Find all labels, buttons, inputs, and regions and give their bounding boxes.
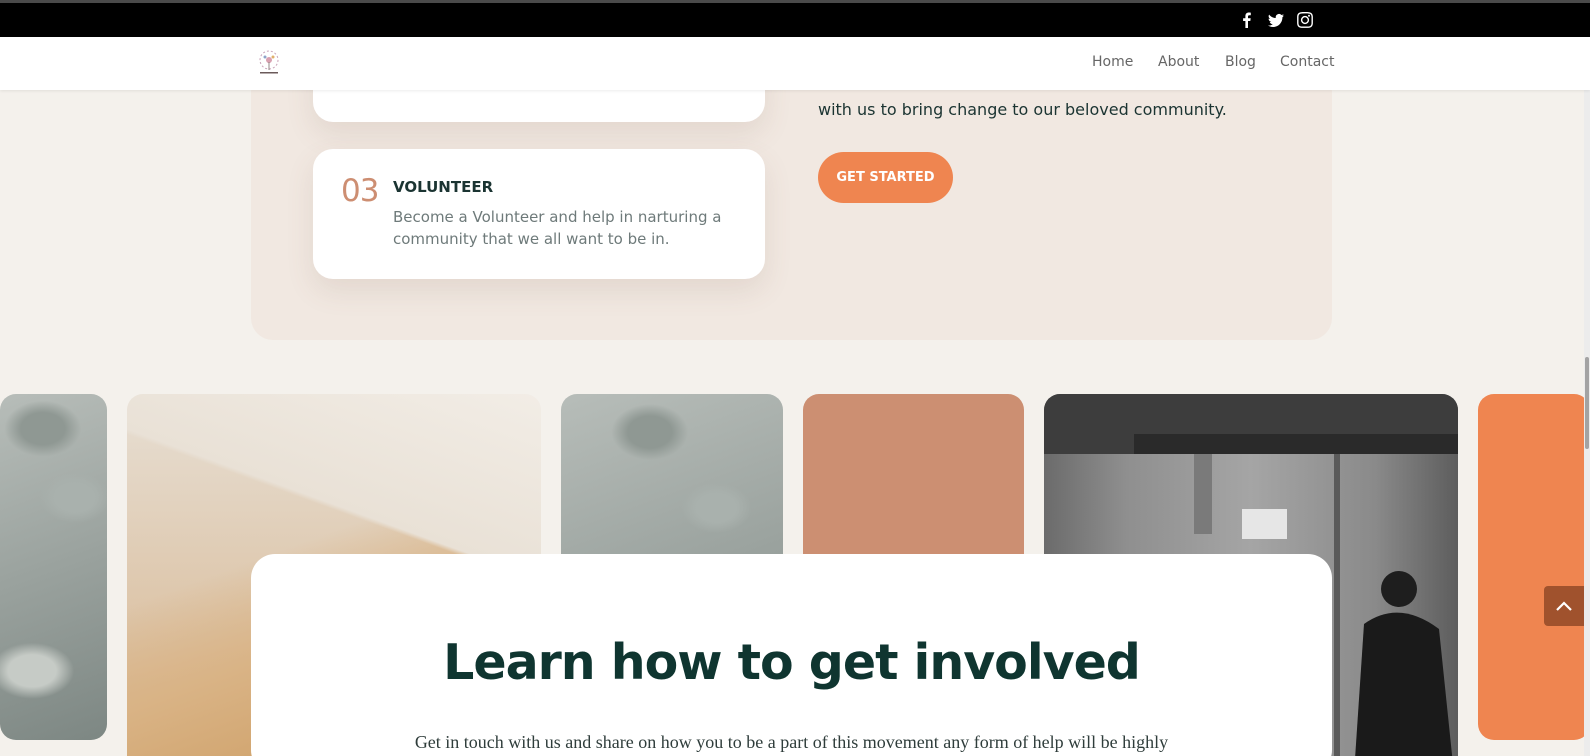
chevron-up-icon (1556, 601, 1572, 611)
nav-about[interactable]: About (1158, 54, 1199, 70)
get-involved-heading: Learn how to get involved (443, 634, 1141, 691)
get-involved-text: Get in touch with us and share on how yo… (414, 732, 1169, 752)
back-to-top-button[interactable] (1544, 586, 1584, 626)
get-started-button[interactable]: GET STARTED (818, 152, 953, 203)
nav-home[interactable]: Home (1092, 54, 1133, 70)
volunteer-card: 03 VOLUNTEER Become a Volunteer and help… (313, 149, 765, 279)
coins-image (0, 394, 107, 740)
site-logo[interactable] (254, 48, 284, 78)
get-involved-card: Learn how to get involved Get in touch w… (251, 554, 1332, 756)
instagram-icon[interactable] (1296, 11, 1314, 29)
nav-blog[interactable]: Blog (1225, 54, 1256, 70)
scrollbar-thumb[interactable] (1585, 357, 1589, 449)
card-number: 03 (341, 173, 379, 209)
orange-tile (1478, 394, 1590, 740)
main-navbar: Home About Blog Contact (0, 37, 1590, 90)
intro-text: with us to bring change to our beloved c… (818, 100, 1227, 119)
card-description: Become a Volunteer and help in narturing… (393, 208, 722, 248)
twitter-icon[interactable] (1267, 11, 1285, 29)
facebook-icon[interactable] (1238, 11, 1256, 29)
top-bar (0, 0, 1590, 37)
card-title: VOLUNTEER (393, 178, 494, 196)
nav-contact[interactable]: Contact (1280, 54, 1334, 70)
